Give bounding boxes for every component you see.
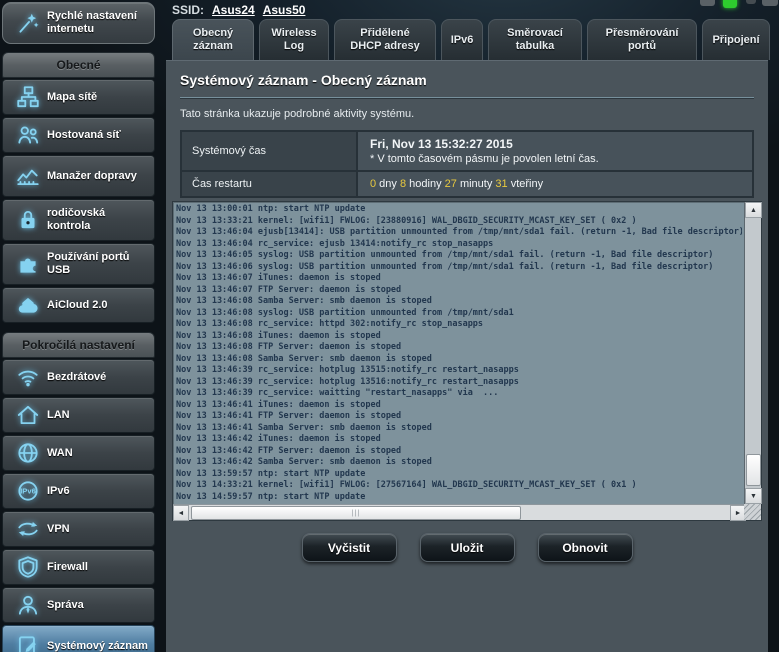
ssid-link-asus24[interactable]: Asus24 [212,3,255,17]
traffic-manager-icon [9,163,47,189]
sidebar-item-administration[interactable]: Správa [2,587,155,623]
content-panel: Systémový záznam - Obecný záznam Tato st… [166,60,768,652]
uptime-minutes: 27 [445,178,457,190]
resize-grip[interactable] [744,504,761,520]
sidebar-item-ipv6[interactable]: IPv6 IPv6 [2,473,155,509]
vertical-scrollbar[interactable]: ▲ ▼ [744,202,761,504]
sidebar-item-wireless[interactable]: Bezdrátové [2,359,155,395]
sidebar-item-guest-network[interactable]: Hostovaná síť [2,117,155,153]
sidebar-item-usb-application[interactable]: Používání portů USB [2,243,155,285]
sidebar-item-label: IPv6 [47,485,70,498]
sidebar: Rychlé nastavení internetu Obecné Mapa s… [0,0,165,652]
refresh-button[interactable]: Obnovit [538,533,633,562]
notification-icon[interactable] [700,0,715,6]
sidebar-item-wan[interactable]: WAN [2,435,155,471]
table-row: Systémový čas Fri, Nov 13 15:32:27 2015 … [181,131,753,171]
quick-setup-label: Rychlé nastavení internetu [47,10,148,36]
tab-bar: Obecný záznam Wireless Log Přidělené DHC… [172,19,770,60]
sidebar-item-label: Manažer dopravy [47,170,137,183]
save-button[interactable]: Uložit [420,533,515,562]
horizontal-scroll-thumb[interactable]: ||| [191,506,521,520]
system-time-label: Systémový čas [181,131,357,171]
sidebar-item-label: rodičovská kontrola [47,207,148,233]
wan-icon [9,440,47,466]
sidebar-item-system-log[interactable]: Systémový záznam [2,625,155,652]
scroll-left-icon[interactable]: ◄ [173,505,189,521]
sidebar-item-label: AiCloud 2.0 [47,299,108,312]
sidebar-section-advanced: Pokročilá nastavení [2,332,155,358]
sidebar-item-label: VPN [47,523,70,536]
sidebar-item-label: Správa [47,599,84,612]
reboot-icon[interactable] [762,0,778,6]
sidebar-item-aicloud[interactable]: AiCloud 2.0 [2,287,155,323]
tab-connections[interactable]: Připojení [702,19,770,60]
sidebar-item-traffic-manager[interactable]: Manažer dopravy [2,155,155,197]
uptime-minutes-unit: minuty [457,178,496,190]
tab-routing-table[interactable]: Směrovací tabulka [488,19,582,60]
sidebar-item-parental-controls[interactable]: rodičovská kontrola [2,199,155,241]
system-log-textarea[interactable]: Nov 13 13:00:01 ntp: start NTP update No… [172,201,762,521]
vpn-icon [9,516,47,542]
network-map-icon [9,84,47,110]
table-row: Čas restartu 0 dny 8 hodiny 27 minuty 31… [181,171,753,197]
page-description: Tato stránka ukazuje podrobné aktivity s… [166,99,768,128]
sidebar-item-label: Systémový záznam [47,640,148,652]
usb-status-icon[interactable] [746,0,756,4]
uptime-label: Čas restartu [181,171,357,197]
scroll-up-icon[interactable]: ▲ [745,202,762,218]
sidebar-item-label: Mapa sítě [47,91,97,104]
thumb-grip: ||| [352,510,360,517]
tab-dhcp-leases[interactable]: Přidělené DHCP adresy [334,19,436,60]
uptime-hours-unit: hodiny [406,178,445,190]
guest-network-icon [9,122,47,148]
parental-controls-icon [9,207,47,233]
horizontal-scrollbar[interactable]: ◄ ► ||| [173,504,746,520]
tab-wireless-log[interactable]: Wireless Log [259,19,329,60]
quick-internet-setup-button[interactable]: Rychlé nastavení internetu [2,2,155,44]
ssid-link-asus50[interactable]: Asus50 [263,3,306,17]
uptime-seconds: 31 [495,178,507,190]
tab-port-forwarding[interactable]: Přesměrování portů [587,19,697,60]
page-title: Systémový záznam - Obecný záznam [166,61,768,97]
vertical-scroll-thumb[interactable] [746,454,761,486]
ssid-label: SSID: [172,3,204,17]
sidebar-item-label: WAN [47,447,73,460]
sidebar-item-label: Firewall [47,561,88,574]
system-time-value: Fri, Nov 13 15:32:27 2015 [370,137,740,151]
clear-button[interactable]: Vyčistit [302,533,397,562]
uptime-days-unit: dny [376,178,400,190]
ipv6-icon: IPv6 [9,478,47,504]
tab-general-log[interactable]: Obecný záznam [172,19,254,60]
internet-status-icon[interactable] [723,0,737,8]
action-button-row: Vyčistit Uložit Obnovit [166,533,768,562]
usb-apps-icon [9,251,47,277]
sidebar-item-label: Hostovaná síť [47,129,121,142]
sidebar-item-label: Používání portů USB [47,251,148,277]
aicloud-icon [9,292,47,318]
wireless-icon [9,364,47,390]
topbar: SSID: Asus24 Asus50 [172,2,305,18]
sidebar-item-label: LAN [47,409,70,422]
sidebar-item-lan[interactable]: LAN [2,397,155,433]
uptime-seconds-unit: vteřiny [508,178,543,190]
uptime-value: 0 dny 8 hodiny 27 minuty 31 vteřiny [357,171,753,197]
dst-note: * V tomto časovém pásmu je povolen letní… [370,153,740,165]
system-log-icon [9,633,47,652]
sidebar-section-general: Obecné [2,52,155,78]
log-content[interactable]: Nov 13 13:00:01 ntp: start NTP update No… [176,204,742,503]
scroll-down-icon[interactable]: ▼ [745,488,762,504]
sidebar-item-network-map[interactable]: Mapa sítě [2,79,155,115]
sidebar-item-firewall[interactable]: Firewall [2,549,155,585]
magic-wand-icon [9,10,47,36]
administration-icon [9,592,47,618]
sidebar-item-label: Bezdrátové [47,371,106,384]
sidebar-item-vpn[interactable]: VPN [2,511,155,547]
firewall-icon [9,554,47,580]
tab-ipv6[interactable]: IPv6 [441,19,483,60]
system-info-table: Systémový čas Fri, Nov 13 15:32:27 2015 … [180,130,754,198]
lan-icon [9,402,47,428]
svg-text:IPv6: IPv6 [20,487,36,496]
